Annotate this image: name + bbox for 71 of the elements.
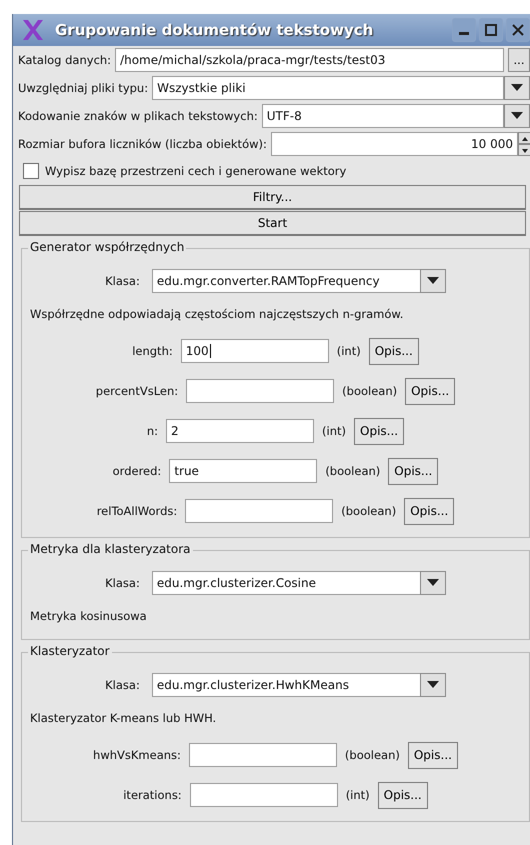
parameter-field[interactable]: true: [169, 459, 318, 483]
parameter-field[interactable]: 100: [180, 339, 329, 363]
parameter-field[interactable]: [185, 499, 334, 523]
parameter-label: hwhVsKmeans:: [93, 748, 181, 762]
description-button[interactable]: Opis...: [368, 338, 419, 364]
maximize-icon: [485, 24, 497, 36]
parameter-label: iterations:: [123, 788, 182, 802]
description-button[interactable]: Opis...: [354, 418, 404, 444]
group-title: Metryka dla klasteryzatora: [28, 542, 192, 556]
type-label: (boolean): [325, 464, 380, 478]
spin-up-icon[interactable]: [518, 132, 530, 144]
close-button[interactable]: [506, 18, 530, 42]
description-text: Współrzędne odpowiadają częstościom najczęstszych n-gramów.: [30, 307, 404, 321]
parameter-label: percentVsLen:: [96, 384, 178, 398]
description-button[interactable]: Opis...: [405, 378, 456, 404]
field-label: Kodowanie znaków w plikach tekstowych:: [18, 109, 258, 123]
caret-icon: [426, 681, 439, 689]
file-type-dropdown[interactable]: Wszystkie pliki: [152, 76, 504, 100]
type-label: (boolean): [341, 504, 396, 518]
dropdown-button[interactable]: [420, 571, 446, 595]
description-button[interactable]: Opis...: [408, 742, 458, 768]
parameter-field[interactable]: [186, 379, 334, 403]
description-text: Metryka kosinusowa: [30, 609, 148, 623]
type-label: (boolean): [342, 384, 398, 398]
window-title: Grupowanie dokumentów tekstowych: [55, 21, 374, 39]
type-label: (int): [336, 344, 361, 358]
parameter-field[interactable]: [190, 783, 338, 807]
field-label: Rozmiar bufora liczników (liczba obiektów):: [18, 137, 267, 151]
x-logo-icon: [21, 19, 45, 41]
buffer-size-field[interactable]: 10 000: [270, 132, 518, 156]
field-label: Klasa:: [105, 274, 140, 288]
dropdown-button[interactable]: [504, 104, 530, 128]
type-label: (boolean): [344, 748, 400, 762]
encoding-dropdown[interactable]: UTF-8: [262, 104, 504, 128]
dropdown-button[interactable]: [420, 673, 446, 697]
description-button[interactable]: Opis...: [388, 458, 438, 484]
description-button[interactable]: Opis...: [404, 498, 454, 524]
dropdown-button[interactable]: [504, 76, 530, 100]
maximize-button[interactable]: [479, 18, 503, 42]
dropdown-button[interactable]: [420, 269, 446, 293]
parameter-label: ordered:: [112, 464, 162, 478]
field-label: Katalog danych:: [18, 53, 112, 67]
description-button[interactable]: Opis...: [378, 782, 428, 808]
group-title: Klasteryzator: [28, 644, 112, 658]
parameter-field[interactable]: [188, 743, 337, 767]
parameter-label: relToAllWords:: [96, 504, 178, 518]
group-title: Generator współrzędnych: [28, 240, 186, 254]
directory-field[interactable]: /home/michal/szkola/praca-mgr/tests/test03: [115, 48, 504, 72]
caret-icon: [426, 277, 439, 285]
minimize-icon: [459, 32, 469, 35]
browse-button[interactable]: ...: [508, 48, 530, 72]
checkbox-label: Wypisz bazę przestrzeni cech i generowane wektory: [45, 164, 346, 178]
description-text: Klasteryzator K-means lub HWH.: [30, 711, 218, 725]
parameter-field[interactable]: 2: [166, 419, 314, 443]
field-label: Klasa:: [105, 678, 140, 692]
parameter-label: length:: [132, 344, 173, 358]
field-label: Klasa:: [105, 576, 140, 590]
type-label: (int): [346, 788, 370, 802]
parameter-label: n:: [146, 424, 158, 438]
caret-icon: [426, 579, 439, 587]
spin-down-icon[interactable]: [518, 144, 530, 156]
close-icon: [512, 24, 524, 36]
type-label: (int): [322, 424, 346, 438]
text-caret: [210, 344, 211, 358]
minimize-button[interactable]: [452, 18, 476, 42]
checkbox[interactable]: [23, 163, 39, 179]
caret-icon: [511, 112, 523, 120]
action-button[interactable]: Start: [19, 211, 526, 236]
caret-icon: [511, 84, 523, 92]
action-button[interactable]: Filtry...: [19, 185, 526, 210]
field-label: Uwzględniaj pliki typu:: [18, 81, 148, 95]
